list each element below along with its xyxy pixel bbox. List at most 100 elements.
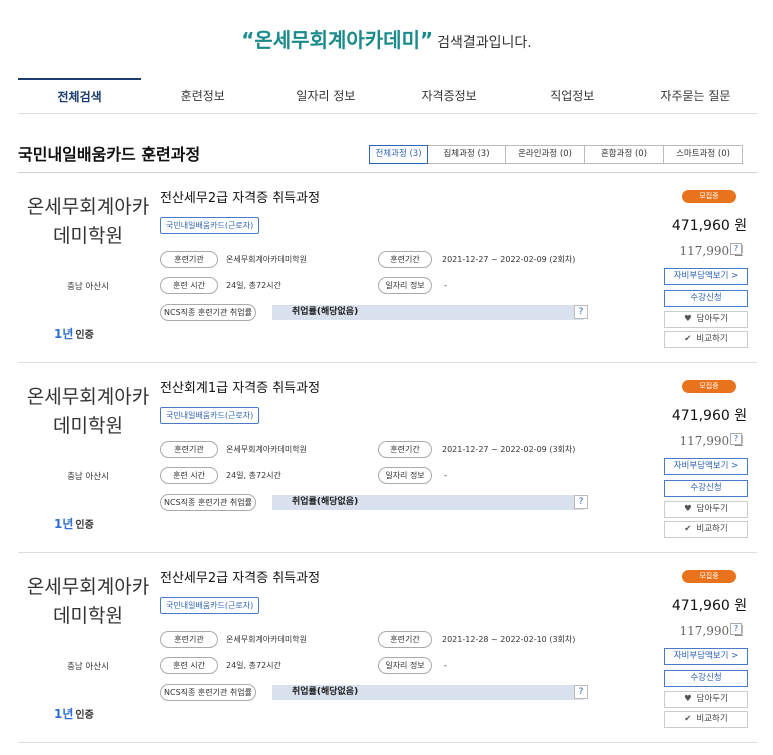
filter-classroom-courses[interactable]: 집체과정 (3) [427, 145, 506, 164]
employment-rate-help-icon[interactable]: ? [574, 305, 588, 319]
heart-icon: ♥ [684, 694, 692, 704]
tab-job-info[interactable]: 일자리 정보 [264, 78, 387, 113]
institution-name[interactable]: 온세무회계아카데미학원 [26, 193, 150, 251]
certification-icon: 1년 [54, 327, 74, 341]
certification-badge: 1년 인증 [54, 325, 94, 342]
training-period-value: 2021-12-27 ~ 2022-02-09 (2회차) [442, 255, 576, 264]
compare-button[interactable]: ✔ 비교하기 [664, 711, 748, 728]
course-title[interactable]: 전산세무2급 자격증 취득과정 [160, 187, 320, 206]
tab-all-search[interactable]: 전체검색 [18, 78, 142, 113]
certification-label: 인증 [75, 330, 94, 341]
ncs-employment-rate-bar: 취업률(해당없음) [272, 495, 584, 510]
training-institution-value: 온세무회계아카데미학원 [226, 255, 307, 264]
course-title[interactable]: 전산회계1급 자격증 취득과정 [160, 377, 320, 396]
ncs-employment-rate-label: NCS직종 훈련기관 취업률 [160, 304, 256, 321]
certification-badge: 1년 인증 [54, 705, 94, 722]
training-institution-value: 온세무회계아카데미학원 [226, 635, 307, 644]
training-period-label: 훈련기간 [378, 441, 432, 458]
section-title: 국민내일배움카드 훈련과정 [18, 145, 201, 164]
compare-button-label: 비교하기 [696, 524, 728, 534]
course-price: 471,960 원 [671, 598, 748, 614]
course-card-type-tag: 국민내일배움카드(근로자) [160, 217, 260, 234]
search-result-suffix: 검색결과입니다. [437, 35, 532, 51]
institution-name[interactable]: 온세무회계아카데미학원 [26, 573, 150, 631]
course-price: 471,960 원 [671, 408, 748, 424]
course-card: 온세무회계아카데미학원 충남 아산시 1년 인증 전산세무2급 자격증 취득과정 … [18, 173, 757, 363]
tab-training-info[interactable]: 훈련정보 [141, 78, 264, 113]
certification-label: 인증 [75, 520, 94, 531]
tab-occupation-info[interactable]: 직업정보 [511, 78, 634, 113]
filter-all-courses[interactable]: 전체과정 (3) [369, 145, 428, 164]
status-badge: 모집중 [682, 380, 736, 393]
status-badge: 모집중 [682, 190, 736, 203]
wishlist-button-label: 담아두기 [696, 314, 728, 324]
ncs-employment-rate-value: 취업률(해당없음) [292, 687, 359, 697]
training-hours-label: 훈련 시간 [160, 277, 218, 294]
self-pay-help-icon[interactable]: ? [730, 433, 742, 445]
filter-blended-courses[interactable]: 혼합과정 (0) [584, 145, 664, 164]
tab-certificate-info[interactable]: 자격증정보 [388, 78, 511, 113]
training-hours-value: 24일, 총72시간 [226, 661, 281, 670]
job-info-value: - [444, 281, 447, 290]
filter-online-courses[interactable]: 온라인과정 (0) [505, 145, 585, 164]
course-price: 471,960 원 [671, 218, 748, 234]
filter-smart-courses[interactable]: 스마트과정 (0) [663, 145, 743, 164]
apply-course-button[interactable]: 수강신청 [664, 670, 748, 687]
institution-name[interactable]: 온세무회계아카데미학원 [26, 383, 150, 441]
certification-icon: 1년 [54, 707, 74, 721]
course-card: 온세무회계아카데미학원 충남 아산시 1년 인증 전산세무2급 자격증 취득과정 … [18, 553, 757, 743]
training-institution-value: 온세무회계아카데미학원 [226, 445, 307, 454]
heart-icon: ♥ [684, 504, 692, 514]
compare-button[interactable]: ✔ 비교하기 [664, 521, 748, 538]
certification-badge: 1년 인증 [54, 515, 94, 532]
compare-button-label: 비교하기 [696, 714, 728, 724]
search-keyword: “온세무회계아카데미” [241, 28, 434, 52]
training-period-label: 훈련기간 [378, 631, 432, 648]
training-hours-label: 훈련 시간 [160, 467, 218, 484]
wishlist-button[interactable]: ♥ 담아두기 [664, 311, 748, 328]
employment-rate-help-icon[interactable]: ? [574, 685, 588, 699]
view-self-pay-button[interactable]: 자비부담액보기 > [664, 268, 748, 285]
check-icon: ✔ [684, 334, 692, 344]
job-info-label: 일자리 정보 [378, 657, 432, 674]
certification-label: 인증 [75, 710, 94, 721]
tab-faq[interactable]: 자주묻는 질문 [634, 78, 757, 113]
training-hours-label: 훈련 시간 [160, 657, 218, 674]
wishlist-button[interactable]: ♥ 담아두기 [664, 501, 748, 518]
institution-region: 충남 아산시 [67, 282, 109, 292]
employment-rate-help-icon[interactable]: ? [574, 495, 588, 509]
apply-course-button[interactable]: 수강신청 [664, 290, 748, 307]
compare-button-label: 비교하기 [696, 334, 728, 344]
course-title[interactable]: 전산세무2급 자격증 취득과정 [160, 567, 320, 586]
wishlist-button[interactable]: ♥ 담아두기 [664, 691, 748, 708]
self-pay-help-icon[interactable]: ? [730, 623, 742, 635]
heart-icon: ♥ [684, 314, 692, 324]
search-result-heading: “온세무회계아카데미” 검색결과입니다. [0, 24, 773, 53]
course-card: 온세무회계아카데미학원 충남 아산시 1년 인증 전산회계1급 자격증 취득과정 … [18, 363, 757, 553]
apply-course-button[interactable]: 수강신청 [664, 480, 748, 497]
certification-icon: 1년 [54, 517, 74, 531]
wishlist-button-label: 담아두기 [696, 694, 728, 704]
course-type-filters: 전체과정 (3) 집체과정 (3) 온라인과정 (0) 혼합과정 (0) 스마트… [369, 145, 743, 164]
ncs-employment-rate-value: 취업률(해당없음) [292, 497, 359, 507]
ncs-employment-rate-bar: 취업률(해당없음) [272, 305, 584, 320]
view-self-pay-button[interactable]: 자비부담액보기 > [664, 458, 748, 475]
ncs-employment-rate-label: NCS직종 훈련기관 취업률 [160, 684, 256, 701]
training-period-value: 2021-12-27 ~ 2022-02-09 (3회차) [442, 445, 576, 454]
training-institution-label: 훈련기관 [160, 631, 218, 648]
ncs-employment-rate-bar: 취업률(해당없음) [272, 685, 584, 700]
training-period-value: 2021-12-28 ~ 2022-02-10 (3회차) [442, 635, 576, 644]
course-card-type-tag: 국민내일배움카드(근로자) [160, 597, 260, 614]
training-hours-value: 24일, 총72시간 [226, 471, 281, 480]
job-info-value: - [444, 661, 447, 670]
institution-region: 충남 아산시 [67, 662, 109, 672]
self-pay-help-icon[interactable]: ? [730, 243, 742, 255]
check-icon: ✔ [684, 714, 692, 724]
job-info-label: 일자리 정보 [378, 277, 432, 294]
job-info-value: - [444, 471, 447, 480]
compare-button[interactable]: ✔ 비교하기 [664, 331, 748, 348]
wishlist-button-label: 담아두기 [696, 504, 728, 514]
view-self-pay-button[interactable]: 자비부담액보기 > [664, 648, 748, 665]
course-card-type-tag: 국민내일배움카드(근로자) [160, 407, 260, 424]
ncs-employment-rate-label: NCS직종 훈련기관 취업률 [160, 494, 256, 511]
